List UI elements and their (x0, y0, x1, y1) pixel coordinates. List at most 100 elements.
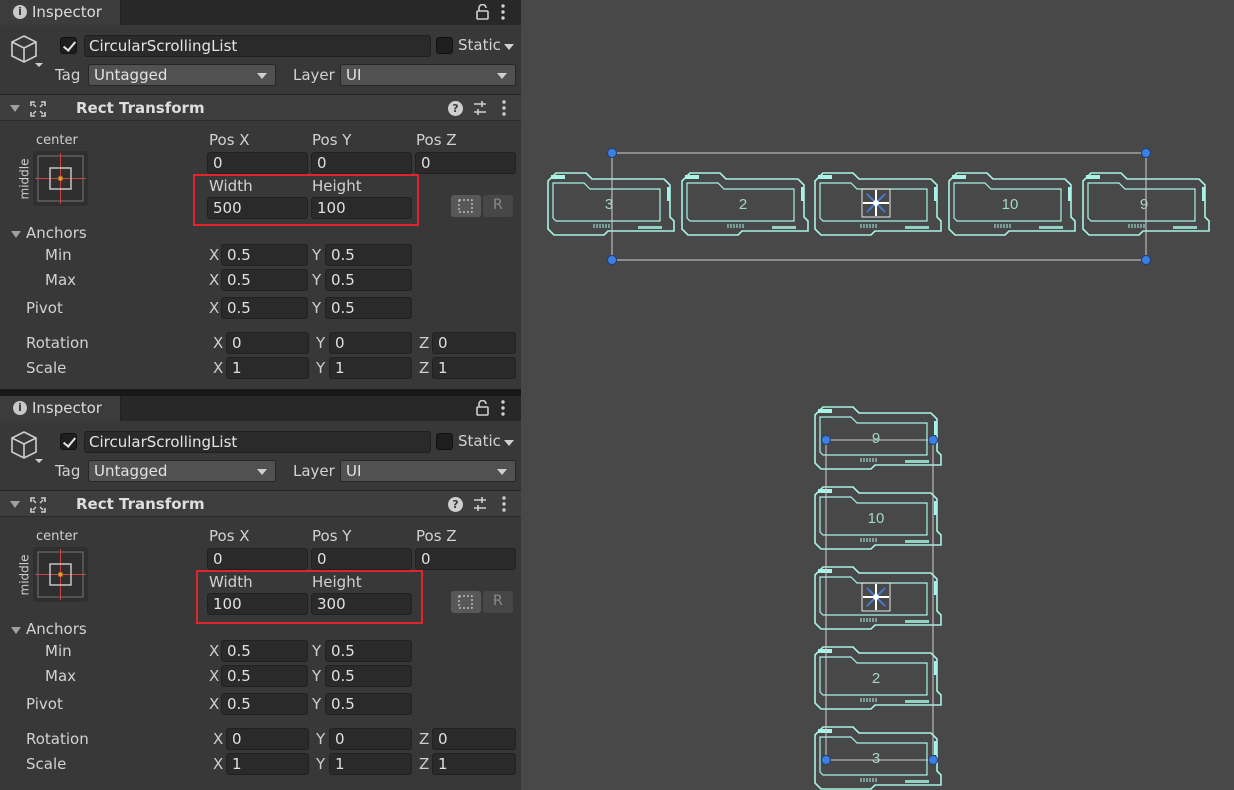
help-icon[interactable]: ? (448, 101, 463, 116)
horizontal-list-item[interactable]: 3 (547, 172, 675, 236)
rotation-y-field[interactable]: 0 (329, 332, 412, 354)
vertical-list-item[interactable]: 10 (814, 486, 942, 550)
min-x-field[interactable]: 0.5 (221, 640, 308, 662)
scale-y-field[interactable]: 1 (329, 753, 412, 775)
tag-dropdown[interactable]: Untagged (88, 64, 276, 86)
horizontal-list-item[interactable] (814, 172, 942, 236)
anchors-foldout-icon[interactable] (11, 627, 21, 634)
horizontal-list-item[interactable]: 2 (681, 172, 809, 236)
static-label[interactable]: Static (458, 36, 501, 54)
static-label[interactable]: Static (458, 432, 501, 450)
scale-x-field[interactable]: 1 (226, 753, 309, 775)
object-name-field[interactable]: CircularScrollingList (84, 35, 431, 57)
blueprint-mode-button[interactable] (451, 195, 481, 217)
active-checkbox[interactable] (60, 37, 77, 54)
max-x-field[interactable]: 0.5 (221, 269, 308, 291)
kebab-menu-icon[interactable] (498, 495, 510, 513)
foldout-arrow-icon[interactable] (10, 501, 20, 508)
resize-handle[interactable] (928, 435, 938, 445)
max-y-field[interactable]: 0.5 (325, 269, 412, 291)
rotation-z-field[interactable]: 0 (432, 332, 516, 354)
object-name-field[interactable]: CircularScrollingList (84, 431, 431, 453)
pos-y-field[interactable]: 0 (311, 152, 412, 174)
pivot-y-field[interactable]: 0.5 (325, 693, 412, 715)
gameobject-cube-icon[interactable] (8, 33, 44, 73)
resize-handle[interactable] (607, 148, 617, 158)
anchors-label[interactable]: Anchors (26, 620, 87, 638)
rect-transform-header[interactable]: Rect Transform ? (0, 490, 521, 517)
resize-handle[interactable] (607, 255, 617, 265)
pivot-x-field[interactable]: 0.5 (221, 297, 308, 319)
tag-dropdown[interactable]: Untagged (88, 460, 276, 482)
rotation-z-field[interactable]: 0 (432, 728, 516, 750)
max-label: Max (45, 271, 77, 289)
scale-z-field[interactable]: 1 (432, 753, 516, 775)
vertical-list-item[interactable]: 3 (814, 726, 942, 790)
pivot-x-field[interactable]: 0.5 (221, 693, 308, 715)
horizontal-list-item[interactable]: 10 (948, 172, 1076, 236)
raw-edit-button[interactable]: R (483, 195, 513, 217)
scale-z-field[interactable]: 1 (432, 357, 516, 379)
anchors-label[interactable]: Anchors (26, 224, 87, 242)
resize-handle[interactable] (821, 435, 831, 445)
kebab-menu-icon[interactable] (497, 399, 509, 417)
anchor-preset-button[interactable] (33, 547, 88, 602)
pos-x-label: Pos X (209, 131, 250, 149)
active-checkbox[interactable] (60, 433, 77, 450)
vertical-list-item[interactable]: 9 (814, 406, 942, 470)
static-dropdown-caret-icon[interactable] (504, 44, 514, 50)
rotation-x-field[interactable]: 0 (226, 332, 309, 354)
min-y-field[interactable]: 0.5 (325, 640, 412, 662)
layer-dropdown[interactable]: UI (340, 64, 516, 86)
anchors-foldout-icon[interactable] (11, 231, 21, 238)
presets-icon[interactable] (472, 100, 488, 117)
resize-handle[interactable] (821, 755, 831, 765)
pos-x-field[interactable]: 0 (207, 152, 308, 174)
vertical-list-item[interactable]: 2 (814, 646, 942, 710)
max-x-field[interactable]: 0.5 (221, 665, 308, 687)
gameobject-cube-icon[interactable] (8, 429, 44, 469)
pos-z-label: Pos Z (416, 131, 457, 149)
anchor-caption: center (36, 133, 78, 148)
rotation-y-field[interactable]: 0 (329, 728, 412, 750)
layer-dropdown[interactable]: UI (340, 460, 516, 482)
list-item-label: 2 (739, 196, 747, 213)
foldout-arrow-icon[interactable] (10, 105, 20, 112)
blueprint-mode-button[interactable] (451, 591, 481, 613)
min-x-field[interactable]: 0.5 (221, 244, 308, 266)
scale-y-field[interactable]: 1 (329, 357, 412, 379)
pos-z-field[interactable]: 0 (415, 152, 516, 174)
rotation-x-field[interactable]: 0 (226, 728, 309, 750)
pos-z-field[interactable]: 0 (415, 548, 516, 570)
resize-handle[interactable] (1141, 148, 1151, 158)
rect-transform-header[interactable]: Rect Transform ? (0, 94, 521, 121)
vertical-list-item[interactable] (814, 566, 942, 630)
min-y-field[interactable]: 0.5 (325, 244, 412, 266)
pivot-y-field[interactable]: 0.5 (325, 297, 412, 319)
lock-icon[interactable] (476, 400, 489, 416)
inspector-tab[interactable]: i Inspector (0, 396, 121, 421)
max-y-field[interactable]: 0.5 (325, 665, 412, 687)
resize-handle[interactable] (1141, 255, 1151, 265)
pos-x-field[interactable]: 0 (207, 548, 308, 570)
axis-z-label: Z (419, 334, 430, 352)
scale-x-field[interactable]: 1 (226, 357, 309, 379)
pos-y-field[interactable]: 0 (311, 548, 412, 570)
layer-label: Layer (293, 66, 335, 84)
presets-icon[interactable] (472, 496, 488, 513)
lock-icon[interactable] (476, 4, 489, 20)
horizontal-list-bounds (611, 152, 1147, 261)
static-checkbox[interactable] (436, 433, 453, 450)
raw-edit-button[interactable]: R (483, 591, 513, 613)
help-icon[interactable]: ? (448, 497, 463, 512)
inspector-tab-bar: i Inspector (0, 396, 521, 421)
kebab-menu-icon[interactable] (498, 99, 510, 117)
static-checkbox[interactable] (436, 37, 453, 54)
inspector-tab[interactable]: i Inspector (0, 0, 121, 25)
axis-y-label: Y (312, 299, 322, 317)
horizontal-list-item[interactable]: 9 (1082, 172, 1210, 236)
anchor-preset-button[interactable] (33, 151, 88, 206)
kebab-menu-icon[interactable] (497, 3, 509, 21)
resize-handle[interactable] (928, 755, 938, 765)
static-dropdown-caret-icon[interactable] (504, 440, 514, 446)
